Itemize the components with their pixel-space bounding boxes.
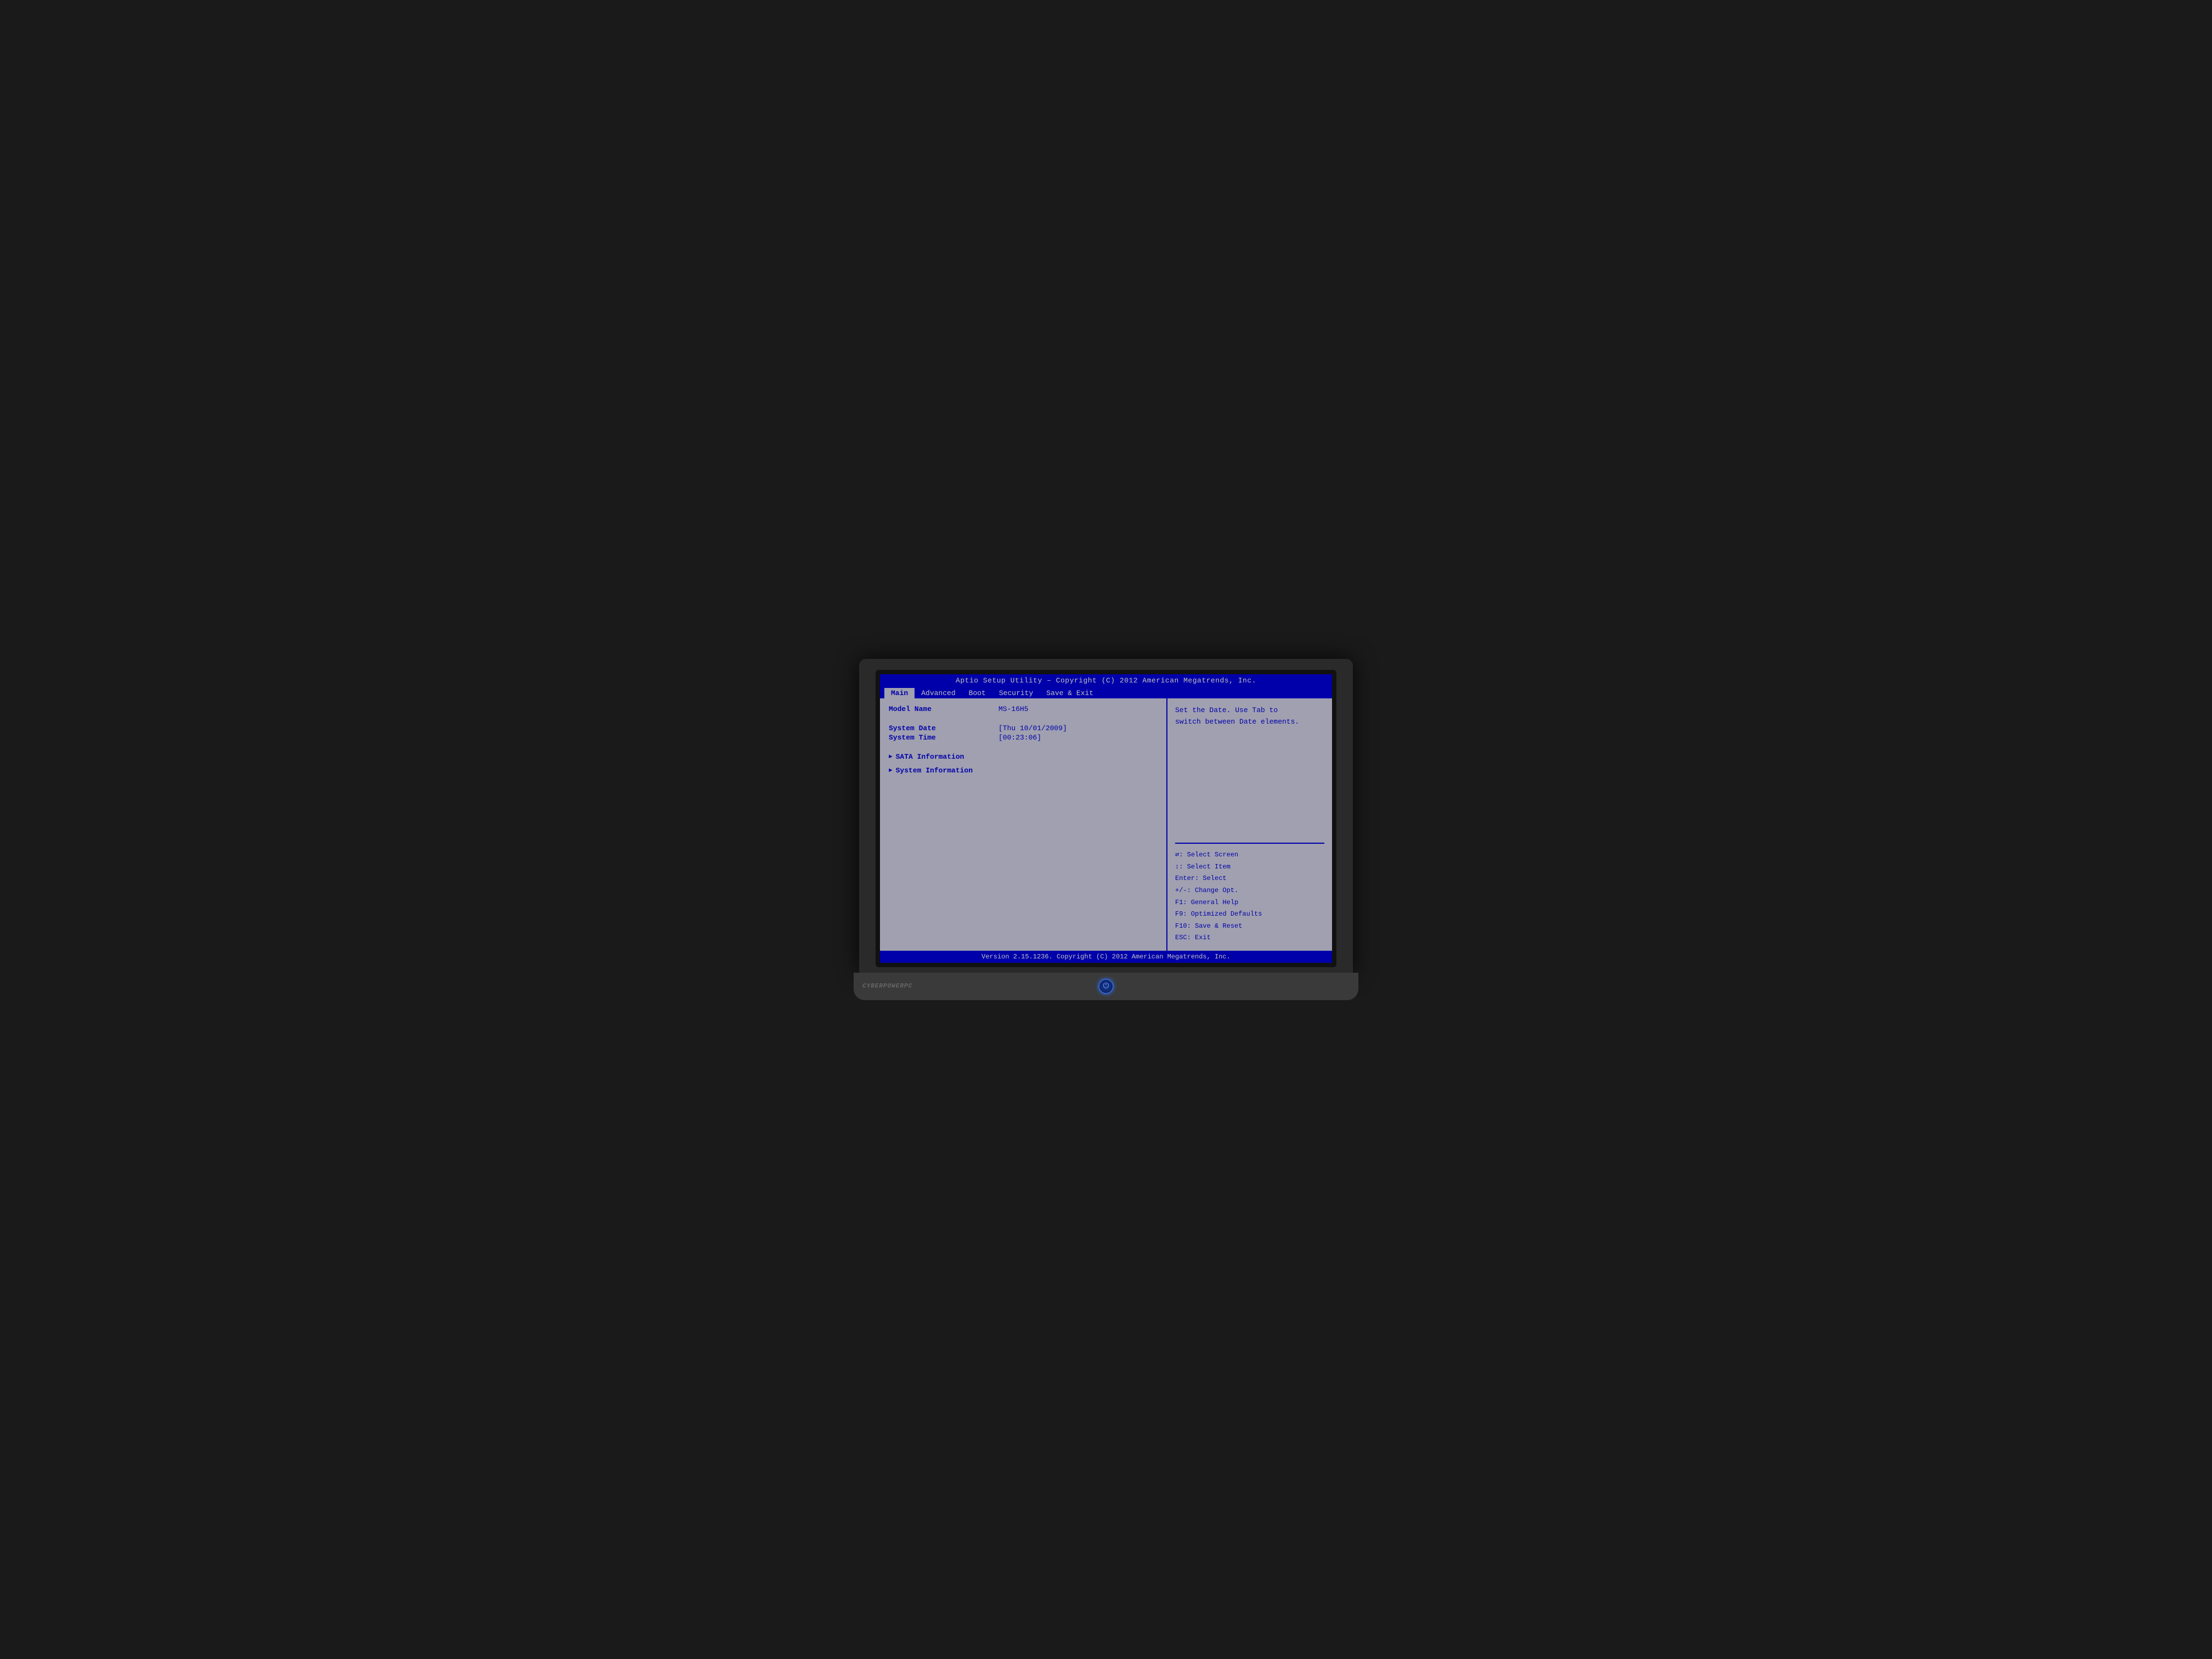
system-date-label: System Date: [889, 724, 998, 732]
key-help-select-item: ↕: Select Item: [1175, 861, 1324, 873]
tab-security[interactable]: Security: [992, 688, 1040, 698]
key-help-enter: Enter: Select: [1175, 873, 1324, 885]
bios-title-bar: Aptio Setup Utility – Copyright (C) 2012…: [880, 674, 1332, 687]
laptop-bottom: CYBERPOWERPC ⏻: [854, 973, 1358, 1000]
system-time-row: System Time [00:23:06]: [889, 733, 1158, 742]
key-help-section: ⇄: Select Screen ↕: Select Item Enter: S…: [1175, 849, 1324, 944]
key-help-f9: F9: Optimized Defaults: [1175, 909, 1324, 921]
datetime-section: System Date [Thu 10/01/2009] System Time…: [889, 724, 1158, 742]
model-name-row: Model Name MS-16H5: [889, 705, 1158, 713]
system-time-label: System Time: [889, 733, 998, 742]
tab-main[interactable]: Main: [884, 688, 915, 698]
brand-label: CYBERPOWERPC: [862, 983, 912, 990]
content-area: Model Name MS-16H5 System Date [Thu 10/0…: [880, 698, 1332, 951]
key-help-esc: ESC: Exit: [1175, 932, 1324, 944]
system-information-item[interactable]: ► System Information: [889, 766, 1158, 775]
sata-information-item[interactable]: ► SATA Information: [889, 753, 1158, 761]
sata-information-label: SATA Information: [896, 753, 964, 761]
tab-advanced[interactable]: Advanced: [915, 688, 962, 698]
power-icon: ⏻: [1103, 983, 1109, 990]
key-help-f10: F10: Save & Reset: [1175, 921, 1324, 933]
system-info-arrow-icon: ►: [889, 768, 893, 774]
model-name-label: Model Name: [889, 705, 998, 713]
tab-save-exit[interactable]: Save & Exit: [1040, 688, 1100, 698]
tab-boot[interactable]: Boot: [962, 688, 992, 698]
system-date-row: System Date [Thu 10/01/2009]: [889, 724, 1158, 732]
left-panel: Model Name MS-16H5 System Date [Thu 10/0…: [880, 698, 1167, 951]
system-date-value[interactable]: [Thu 10/01/2009]: [998, 724, 1067, 732]
key-help-f1: F1: General Help: [1175, 897, 1324, 909]
power-button[interactable]: ⏻: [1098, 979, 1114, 994]
nav-bar: Main Advanced Boot Security Save & Exit: [880, 687, 1332, 698]
sata-arrow-icon: ►: [889, 754, 893, 760]
model-name-value: MS-16H5: [998, 705, 1029, 713]
key-help-select-screen: ⇄: Select Screen: [1175, 849, 1324, 861]
help-text: Set the Date. Use Tab toswitch between D…: [1175, 705, 1324, 844]
key-help-change-opt: +/-: Change Opt.: [1175, 885, 1324, 897]
system-information-label: System Information: [896, 766, 973, 775]
bios-footer: Version 2.15.1236. Copyright (C) 2012 Am…: [880, 951, 1332, 963]
right-panel: Set the Date. Use Tab toswitch between D…: [1167, 698, 1332, 951]
system-time-value[interactable]: [00:23:06]: [998, 733, 1041, 742]
